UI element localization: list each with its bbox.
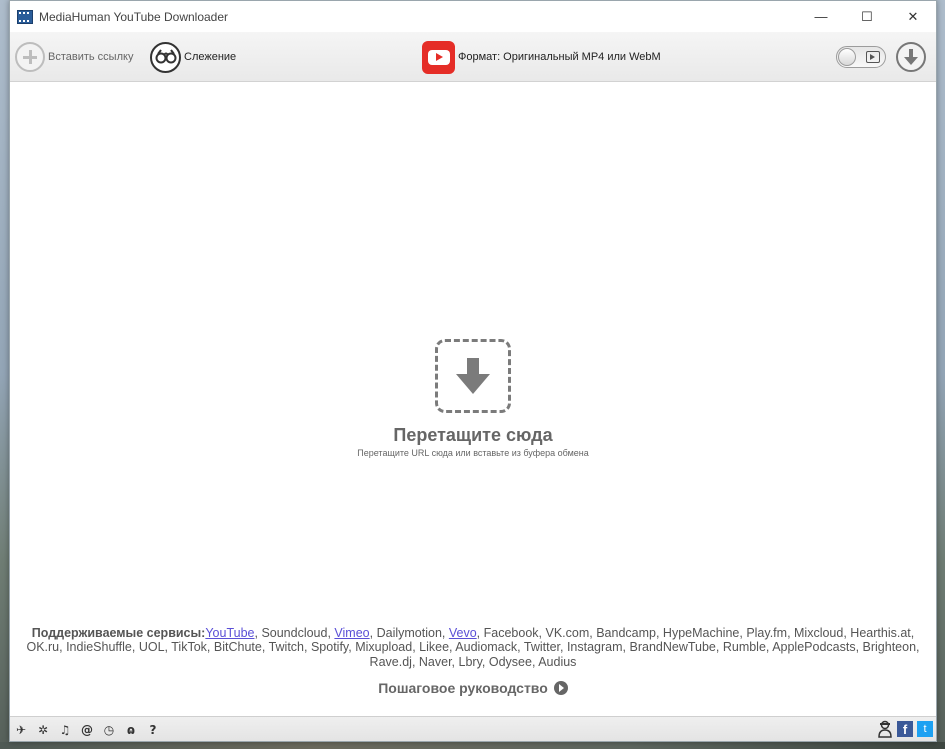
services-label: Поддерживаемые сервисы: bbox=[31, 626, 206, 640]
video-icon bbox=[866, 51, 880, 63]
service-facebook: Facebook bbox=[483, 626, 539, 640]
service-brighteon: Brighteon bbox=[862, 640, 917, 655]
service-rave-dj: Rave.dj bbox=[369, 654, 412, 669]
video-mode-toggle[interactable] bbox=[836, 32, 886, 82]
drop-area[interactable]: Перетащите сюда Перетащите URL сюда или … bbox=[10, 83, 936, 716]
drop-title: Перетащите сюда bbox=[393, 425, 553, 445]
service-instagram: Instagram bbox=[566, 640, 623, 655]
toolbar: Вставить ссылку Слежение Формат: Оригина… bbox=[10, 32, 936, 82]
service-naver: Naver bbox=[418, 654, 452, 669]
twitter-icon[interactable]: t bbox=[917, 721, 933, 737]
minimize-button[interactable]: — bbox=[798, 1, 844, 32]
service-twitch: Twitch bbox=[268, 640, 304, 655]
download-all-button[interactable] bbox=[896, 32, 926, 82]
paste-link-button[interactable]: Вставить ссылку bbox=[15, 32, 133, 82]
download-arrow-icon bbox=[896, 42, 926, 72]
service-play-fm: Play.fm bbox=[746, 626, 788, 640]
service-bandcamp: Bandcamp bbox=[596, 626, 656, 640]
service-uol: UOL bbox=[138, 640, 165, 655]
desktop-background-bottom bbox=[0, 742, 945, 749]
format-label: Формат: Оригинальный MP4 или WebM bbox=[458, 51, 661, 63]
service-lbry: Lbry bbox=[458, 654, 482, 669]
title-bar[interactable]: MediaHuman YouTube Downloader — ☐ ✕ bbox=[10, 1, 936, 32]
service-tiktok: TikTok bbox=[171, 640, 207, 655]
service-likee: Likee bbox=[419, 640, 450, 655]
tracking-label: Слежение bbox=[184, 51, 237, 63]
window-title: MediaHuman YouTube Downloader bbox=[39, 9, 229, 24]
app-film-icon bbox=[17, 9, 33, 24]
help-icon[interactable]: ? bbox=[146, 722, 160, 738]
service-soundcloud: Soundcloud bbox=[261, 626, 328, 640]
status-right-icons: f t bbox=[877, 720, 933, 738]
settings-icon[interactable]: ✲ bbox=[36, 722, 50, 738]
format-selector[interactable]: Формат: Оригинальный MP4 или WebM bbox=[422, 32, 661, 82]
arrow-circle-icon bbox=[553, 681, 568, 695]
app-window: MediaHuman YouTube Downloader — ☐ ✕ Вста… bbox=[9, 0, 937, 742]
plus-icon bbox=[15, 42, 45, 72]
service-applepodcasts: ApplePodcasts bbox=[772, 640, 856, 655]
window-controls: — ☐ ✕ bbox=[798, 1, 936, 32]
close-button[interactable]: ✕ bbox=[890, 1, 936, 32]
download-icon bbox=[456, 358, 490, 394]
service-brandnewtube: BrandNewTube bbox=[629, 640, 716, 655]
service-youtube[interactable]: YouTube bbox=[205, 626, 254, 640]
service-hypemachine: HypeMachine bbox=[662, 626, 740, 640]
tracking-button[interactable]: Слежение bbox=[150, 32, 236, 82]
service-odysee: Odysee bbox=[488, 654, 532, 669]
paste-link-label: Вставить ссылку bbox=[48, 51, 134, 63]
desktop-background-right bbox=[937, 0, 945, 749]
snail-icon[interactable]: @ bbox=[80, 722, 94, 738]
drop-zone-box[interactable] bbox=[435, 339, 511, 413]
desktop-background-left bbox=[0, 0, 9, 749]
service-vevo[interactable]: Vevo bbox=[449, 626, 477, 640]
guide-label: Пошаговое руководство bbox=[378, 680, 548, 696]
service-indieshuffle: IndieShuffle bbox=[66, 640, 132, 655]
status-bar: ✈ ✲ ♫ @ ◷ ɷ? f t bbox=[10, 716, 936, 741]
service-rumble: Rumble bbox=[722, 640, 766, 655]
service-mixupload: Mixupload bbox=[355, 640, 413, 655]
service-audius: Audius bbox=[538, 654, 577, 669]
music-icon[interactable]: ♫ bbox=[58, 722, 72, 738]
service-bitchute: BitChute bbox=[213, 640, 262, 655]
service-vk-com: VK.com bbox=[545, 626, 590, 640]
status-left-icons: ✈ ✲ ♫ @ ◷ ɷ? bbox=[14, 722, 160, 738]
service-spotify: Spotify bbox=[310, 640, 349, 655]
supported-services: Поддерживаемые сервисы:YouTube, Soundclo… bbox=[10, 626, 936, 669]
guide-link[interactable]: Пошаговое руководство bbox=[10, 680, 936, 696]
service-vimeo[interactable]: Vimeo bbox=[334, 626, 369, 640]
clock-icon[interactable]: ◷ bbox=[102, 722, 116, 738]
youtube-icon bbox=[422, 40, 455, 74]
service-mixcloud: Mixcloud bbox=[794, 626, 844, 640]
toggle-knob bbox=[838, 48, 856, 66]
user-support-icon[interactable] bbox=[877, 720, 893, 738]
send-icon[interactable]: ✈ bbox=[14, 722, 28, 738]
service-audiomack: Audiomack bbox=[455, 640, 518, 655]
service-ok-ru: OK.ru bbox=[26, 640, 60, 655]
facebook-icon[interactable]: f bbox=[897, 721, 913, 737]
service-hearthis-at: Hearthis.at bbox=[850, 626, 911, 640]
binoculars-icon bbox=[150, 41, 181, 73]
maximize-button[interactable]: ☐ bbox=[844, 1, 890, 32]
binoculars-icon[interactable]: ɷ bbox=[124, 722, 138, 738]
service-dailymotion: Dailymotion bbox=[376, 626, 442, 640]
service-twitter: Twitter bbox=[523, 640, 560, 655]
drop-subtitle: Перетащите URL сюда или вставьте из буфе… bbox=[357, 448, 589, 458]
